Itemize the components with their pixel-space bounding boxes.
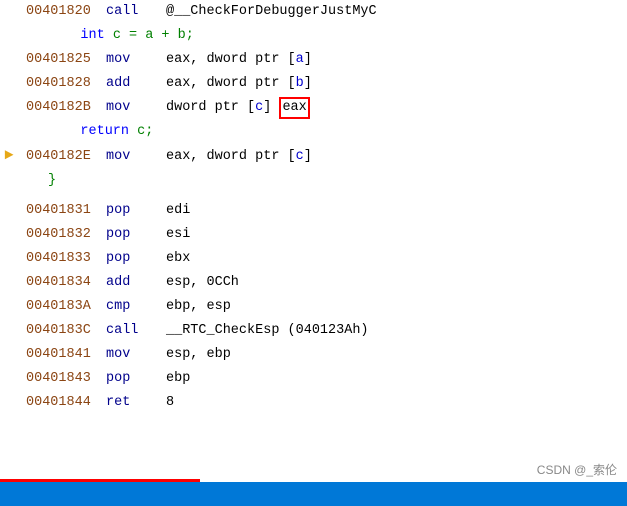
bracket-c2: c	[296, 149, 304, 164]
line-00401832: 00401832 pop esi	[0, 223, 627, 247]
operands-00401831: edi	[158, 200, 627, 222]
mnemonic-00401828: add	[98, 73, 158, 95]
code-view: 00401820 call @__CheckForDebuggerJustMyC…	[0, 0, 627, 506]
operands-00401832: esi	[158, 224, 627, 246]
addr-00401834: 00401834	[18, 272, 98, 294]
bracket-c: c	[255, 100, 263, 115]
line-00401825: 00401825 mov eax, dword ptr [a]	[0, 48, 627, 72]
line-00401831: 00401831 pop edi	[0, 199, 627, 223]
source-brace: }	[18, 170, 56, 192]
addr-00401832: 00401832	[18, 224, 98, 246]
line-00401833: 00401833 pop ebx	[0, 247, 627, 271]
line-0040182b: 0040182B mov dword ptr [c] eax	[0, 96, 627, 120]
addr-00401828: 00401828	[18, 73, 98, 95]
bracket-a: a	[296, 52, 304, 67]
mnemonic-00401825: mov	[98, 49, 158, 71]
source-return: return c;	[18, 121, 153, 143]
line-0040182e: ► 0040182E mov eax, dword ptr [c]	[0, 144, 627, 169]
current-line-arrow: ►	[4, 145, 13, 167]
addr-0040183c: 0040183C	[18, 320, 98, 342]
bracket-b: b	[296, 76, 304, 91]
mnemonic-00401832: pop	[98, 224, 158, 246]
line-00401841: 00401841 mov esp, ebp	[0, 343, 627, 367]
line-00401820: 00401820 call @__CheckForDebuggerJustMyC	[0, 0, 627, 24]
addr-00401833: 00401833	[18, 248, 98, 270]
addr-00401831: 00401831	[18, 200, 98, 222]
source-int: int c = a + b;	[18, 25, 194, 47]
operands-00401834: esp, 0CCh	[158, 272, 627, 294]
mnemonic-0040182e: mov	[98, 146, 158, 168]
mnemonic-00401820: call	[98, 1, 158, 23]
line-source-return: return c;	[0, 120, 627, 144]
addr-0040182e: 0040182E	[18, 146, 98, 168]
operands-0040183a: ebp, esp	[158, 296, 627, 318]
line-source-int: int c = a + b;	[0, 24, 627, 48]
operands-0040183c: __RTC_CheckEsp (040123Ah)	[158, 320, 627, 342]
addr-00401843: 00401843	[18, 368, 98, 390]
eax-highlight: eax	[279, 97, 309, 119]
bottom-bar	[0, 482, 627, 506]
addr-00401844: 00401844	[18, 392, 98, 414]
addr-0040182b: 0040182B	[18, 97, 98, 119]
addr-00401841: 00401841	[18, 344, 98, 366]
mnemonic-0040183a: cmp	[98, 296, 158, 318]
keyword-return: return	[80, 124, 129, 139]
operands-0040182b: dword ptr [c] eax	[158, 97, 627, 119]
operands-00401825: eax, dword ptr [a]	[158, 49, 627, 71]
line-0040183a: 0040183A cmp ebp, esp	[0, 295, 627, 319]
operands-00401820: @__CheckForDebuggerJustMyC	[158, 1, 627, 23]
line-00401828: 00401828 add eax, dword ptr [b]	[0, 72, 627, 96]
addr-00401825: 00401825	[18, 49, 98, 71]
mnemonic-00401834: add	[98, 272, 158, 294]
mnemonic-00401843: pop	[98, 368, 158, 390]
operands-00401844: 8	[158, 392, 627, 414]
watermark: CSDN @_索伦	[537, 461, 617, 478]
operands-00401828: eax, dword ptr [b]	[158, 73, 627, 95]
mnemonic-0040182b: mov	[98, 97, 158, 119]
line-00401843: 00401843 pop ebp	[0, 367, 627, 391]
operands-00401833: ebx	[158, 248, 627, 270]
arrow-col-0040182e: ►	[0, 145, 18, 167]
mnemonic-00401841: mov	[98, 344, 158, 366]
operands-0040182e: eax, dword ptr [c]	[158, 146, 627, 168]
mnemonic-00401833: pop	[98, 248, 158, 270]
mnemonic-0040183c: call	[98, 320, 158, 342]
line-00401844: 00401844 ret 8	[0, 391, 627, 415]
mnemonic-00401831: pop	[98, 200, 158, 222]
line-00401834: 00401834 add esp, 0CCh	[0, 271, 627, 295]
addr-00401820: 00401820	[18, 1, 98, 23]
operands-00401843: ebp	[158, 368, 627, 390]
addr-0040183a: 0040183A	[18, 296, 98, 318]
line-source-brace: }	[0, 169, 627, 193]
keyword-int: int	[80, 28, 104, 43]
operands-00401841: esp, ebp	[158, 344, 627, 366]
line-0040183c: 0040183C call __RTC_CheckEsp (040123Ah)	[0, 319, 627, 343]
mnemonic-00401844: ret	[98, 392, 158, 414]
